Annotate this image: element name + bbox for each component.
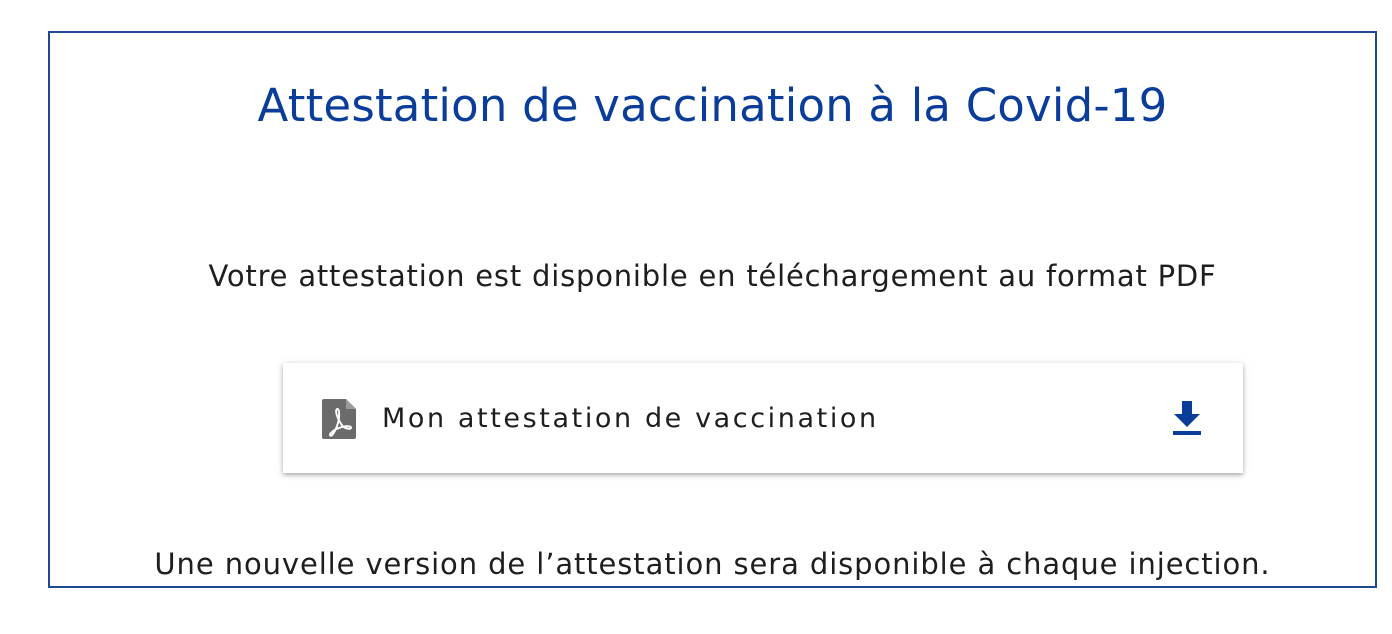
page-title: Attestation de vaccination à la Covid-19: [257, 79, 1168, 132]
availability-text: Votre attestation est disponible en télé…: [208, 259, 1217, 293]
certificate-label: Mon attestation de vaccination: [382, 403, 879, 434]
download-icon[interactable]: [1171, 399, 1203, 437]
certificate-download-card[interactable]: Mon attestation de vaccination: [283, 363, 1243, 473]
pdf-file-icon: [322, 399, 356, 439]
vaccination-certificate-panel: Attestation de vaccination à la Covid-19…: [48, 31, 1377, 588]
injection-note: Une nouvelle version de l’attestation se…: [154, 547, 1271, 581]
